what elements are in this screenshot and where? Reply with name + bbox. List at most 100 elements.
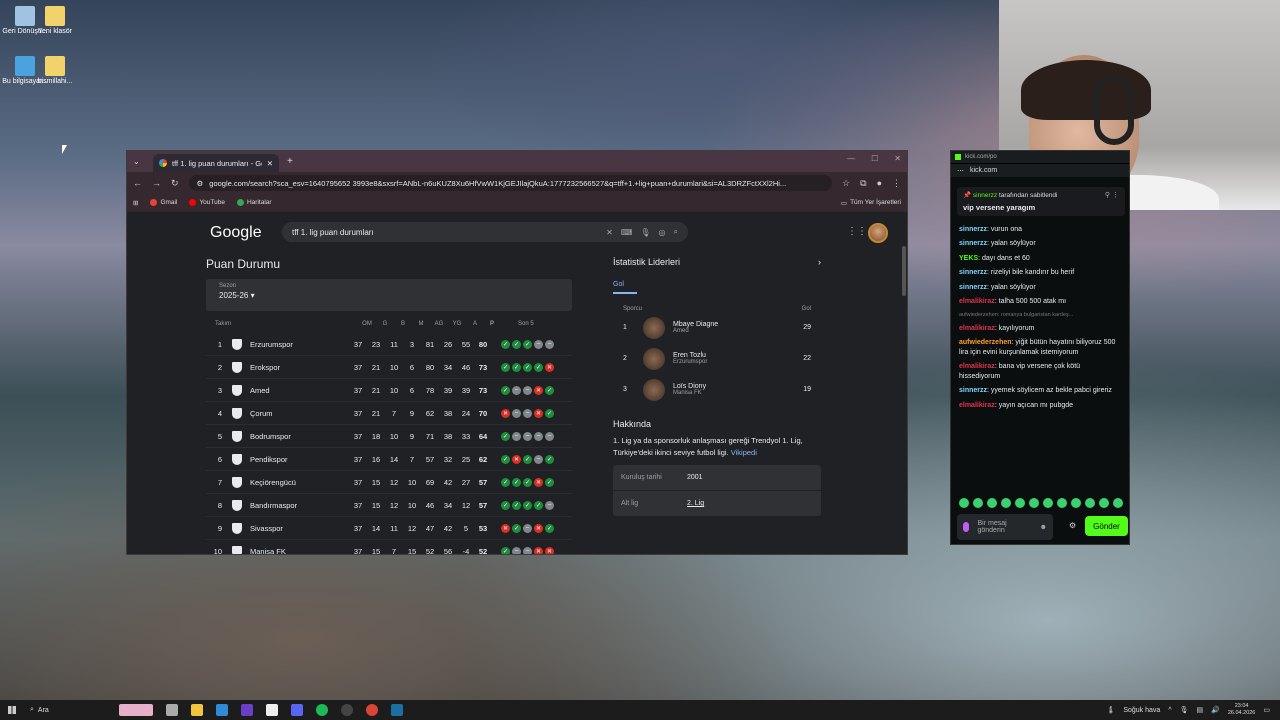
- apps-icon[interactable]: ⊞: [133, 199, 138, 207]
- emote-icon[interactable]: [1001, 498, 1011, 508]
- network-icon[interactable]: ▤: [1197, 706, 1204, 714]
- desktop-icon-bismillahi[interactable]: bismillahi...: [30, 56, 80, 86]
- chevron-up-icon[interactable]: ^: [1168, 707, 1171, 714]
- chat-message[interactable]: sinnerzz: vurun ona: [959, 225, 1121, 234]
- emote-icon[interactable]: [987, 498, 997, 508]
- table-row[interactable]: 6 Pendikspor 37 16 14 7 57 32 25 62 ✓ ✕ ✓ – ✓: [206, 448, 572, 471]
- chat-username[interactable]: YEKS: [959, 255, 978, 262]
- emote-icon[interactable]: [1057, 498, 1067, 508]
- visual-studio-icon[interactable]: [240, 704, 253, 716]
- chat-message[interactable]: elmalikiraz: yayın açıcan mı pubgde: [959, 401, 1121, 410]
- chevron-right-icon[interactable]: ›: [818, 257, 821, 267]
- new-tab-button[interactable]: +: [287, 156, 293, 167]
- close-tab-icon[interactable]: ✕: [267, 159, 273, 168]
- widgets-icon[interactable]: [118, 704, 153, 716]
- table-row[interactable]: 3 Amed 37 21 10 6 78 39 39 73 ✓ – – ✕ ✓: [206, 379, 572, 402]
- table-row[interactable]: 2 Erokspor 37 21 10 6 80 34 46 73 ✓ ✓ ✓ ✓ ✕: [206, 356, 572, 379]
- chat-message[interactable]: aufwiederzehen: yiğit bütün hayatını bil…: [959, 338, 1121, 357]
- notification-icon[interactable]: ▭: [1263, 706, 1270, 714]
- bookmark-youtube[interactable]: YouTube: [189, 199, 225, 206]
- extensions-icon[interactable]: ⧉: [860, 178, 866, 189]
- wikipedia-link[interactable]: Vikipedi: [731, 448, 757, 457]
- microphone-icon[interactable]: [963, 522, 970, 532]
- chat-username[interactable]: elmalikiraz: [959, 298, 995, 305]
- chat-message[interactable]: sinnerzz: rizeliyi bile kandırır bu heri…: [959, 268, 1121, 277]
- tab-goals[interactable]: Gol: [613, 281, 637, 294]
- volume-icon[interactable]: 🔊: [1211, 706, 1220, 714]
- chat-username[interactable]: elmalikiraz: [959, 402, 995, 409]
- chat-username[interactable]: sinnerzz: [959, 387, 987, 394]
- site-info-icon[interactable]: ⚙: [197, 179, 204, 188]
- chat-message[interactable]: sinnerzz: yalan söylüyor: [959, 283, 1121, 292]
- bookmark-star-icon[interactable]: ☆: [842, 178, 850, 189]
- clock[interactable]: 23:04 26.04.2026: [1228, 703, 1256, 716]
- microphone-icon[interactable]: 🎙: [1180, 706, 1189, 714]
- all-bookmarks[interactable]: ▭ Tüm Yer İşaretleri: [841, 199, 901, 207]
- store-icon[interactable]: [265, 704, 278, 716]
- chrome-icon[interactable]: [365, 704, 378, 716]
- emote-icon[interactable]: [973, 498, 983, 508]
- chat-username[interactable]: aufwiederzehen: [959, 339, 1012, 346]
- unpin-icon[interactable]: ⚲: [1105, 192, 1110, 199]
- chat-address-bar[interactable]: ⋯ kick.com: [951, 163, 1129, 177]
- table-row[interactable]: 7 Keçiörengücü 37 15 12 10 69 42 27 57 ✓ ✓ ✓ ✕ ✓: [206, 471, 572, 494]
- windows-start-icon[interactable]: [8, 706, 16, 714]
- desktop-icon-new-folder[interactable]: Yeni klasör: [30, 6, 80, 36]
- emote-icon[interactable]: [1071, 498, 1081, 508]
- scorer-row[interactable]: 2 Eren Tozlu Erzurumspor 22: [613, 343, 821, 374]
- emote-icon[interactable]: [1029, 498, 1039, 508]
- emote-icon[interactable]: [1015, 498, 1025, 508]
- google-logo[interactable]: Google: [210, 224, 262, 242]
- chat-message[interactable]: elmalikiraz: kayılıyorum: [959, 324, 1121, 333]
- close-window-icon[interactable]: ✕: [894, 154, 901, 163]
- page-scrollbar[interactable]: [901, 240, 907, 552]
- spotify-icon[interactable]: [315, 704, 328, 716]
- obs-icon[interactable]: [340, 704, 353, 716]
- table-row[interactable]: 9 Sivasspor 37 14 11 12 47 42 5 53 ✕ ✓ – ✕ ✓: [206, 517, 572, 540]
- scorer-row[interactable]: 1 Mbaye Diagne Amed 29: [613, 312, 821, 343]
- tab-search-icon[interactable]: ⌄: [133, 157, 147, 166]
- search-box[interactable]: tff 1. lig puan durumları ✕ ⌨ 🎙 ◎ ⌕: [282, 222, 688, 242]
- table-row[interactable]: 5 Bodrumspor 37 18 10 9 71 38 33 64 ✓ – – – –: [206, 425, 572, 448]
- table-row[interactable]: 1 Erzurumspor 37 23 11 3 81 26 55 80 ✓ ✓ ✓ – –: [206, 333, 572, 356]
- vscode-icon[interactable]: [215, 704, 228, 716]
- chat-username[interactable]: elmalikiraz: [959, 325, 995, 332]
- chat-username[interactable]: sinnerzz: [959, 269, 987, 276]
- table-row[interactable]: 4 Çorum 37 21 7 9 62 38 24 70 ✕ – – ✕ ✓: [206, 402, 572, 425]
- keyboard-icon[interactable]: ⌨: [621, 228, 633, 237]
- chat-message[interactable]: sinnerzz: yyemek söylicem az bekle pabci…: [959, 386, 1121, 395]
- clear-icon[interactable]: ✕: [606, 228, 613, 237]
- table-row[interactable]: 10 Manisa FK 37 15 7 15 52 56 -4 52 ✓ – – ✕ ✕: [206, 540, 572, 554]
- microphone-icon[interactable]: 🎙: [640, 228, 650, 237]
- reload-icon[interactable]: ↻: [171, 178, 179, 189]
- emote-icon[interactable]: [1113, 498, 1123, 508]
- more-icon[interactable]: ⋮: [1112, 192, 1119, 199]
- task-view-icon[interactable]: [165, 704, 178, 716]
- file-explorer-icon[interactable]: [190, 704, 203, 716]
- scorer-row[interactable]: 3 Loïs Diony Manisa FK 19: [613, 374, 821, 405]
- lens-icon[interactable]: ◎: [659, 228, 666, 237]
- emote-icon[interactable]: [1043, 498, 1053, 508]
- table-row[interactable]: 8 Bandırmaspor 37 15 12 10 46 34 12 57 ✓ ✓ ✓ ✓ –: [206, 494, 572, 517]
- chat-message[interactable]: elmalikiraz: bana vip versene çok kötü h…: [959, 362, 1121, 381]
- steam-icon[interactable]: [390, 704, 403, 716]
- menu-icon[interactable]: ⋯: [957, 167, 964, 175]
- discord-icon[interactable]: [290, 704, 303, 716]
- account-avatar[interactable]: [868, 223, 888, 243]
- bookmark-gmail[interactable]: Gmail: [150, 199, 177, 206]
- profile-icon[interactable]: ●: [877, 178, 882, 188]
- send-button[interactable]: Gönder: [1085, 516, 1128, 536]
- emoji-icon[interactable]: ☻: [1040, 524, 1047, 531]
- chat-username[interactable]: sinnerzz: [959, 240, 987, 247]
- forward-icon[interactable]: →: [152, 178, 161, 188]
- chat-message[interactable]: elmalikiraz: talha 500 500 atak mı: [959, 297, 1121, 306]
- menu-icon[interactable]: ⋮: [892, 178, 901, 189]
- maximize-icon[interactable]: ☐: [871, 154, 878, 163]
- lower-league-link[interactable]: 2. Lig: [687, 500, 704, 507]
- season-selector[interactable]: Sezon 2025-26 ▾: [206, 279, 572, 311]
- chat-username[interactable]: sinnerzz: [959, 226, 987, 233]
- taskbar-search[interactable]: ⌕ Ara: [30, 706, 49, 714]
- weather-icon[interactable]: 🌡: [1106, 706, 1115, 714]
- browser-tab[interactable]: tff 1. lig puan durumları - Goog ✕: [153, 154, 279, 172]
- search-icon[interactable]: ⌕: [674, 227, 678, 237]
